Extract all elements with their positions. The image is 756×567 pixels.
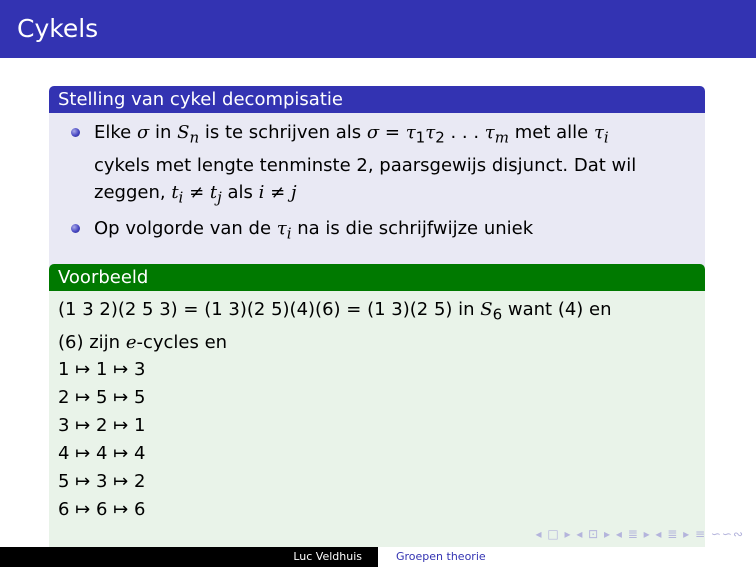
math-j: j <box>290 181 297 203</box>
bullet-icon <box>71 224 80 234</box>
text: (1 3 2)(2 5 3) = (1 3)(2 5)(4)(6) = (1 3… <box>58 299 481 320</box>
footer-author: Luc Veldhuis <box>0 547 378 567</box>
item2-line1: Op volgorde van de τi na is die schrijfw… <box>94 215 693 248</box>
navigation-symbols[interactable]: ◂ □ ▸ ◂ ⊡ ▸ ◂ ≣ ▸ ◂ ≣ ▸ ≡ ∽∽∾ <box>536 527 745 541</box>
text: is te schrijven als <box>199 122 367 143</box>
math-sigma: σ <box>136 122 150 143</box>
math-tau: τ <box>276 218 287 240</box>
text: Elke <box>94 122 137 143</box>
theorem-body: Elke σ in Sn is te schrijven als σ = τ1τ… <box>49 113 705 270</box>
example-line-2: (6) zijn e-cycles en <box>58 329 696 356</box>
item1-line2: cykels met lengte tenminste 2, paarsgewi… <box>94 154 637 176</box>
example-block: Voorbeeld (1 3 2)(2 5 3) = (1 3)(2 5)(4)… <box>49 264 705 555</box>
theorem-title: Stelling van cykel decompisatie <box>49 86 705 113</box>
text: zeggen, <box>94 181 172 203</box>
text: na is die schrijfwijze uniek <box>291 218 534 240</box>
math-neq: ≠ <box>264 181 291 203</box>
math-sub: 1 <box>415 128 426 147</box>
text: Op volgorde van de <box>94 218 277 240</box>
mapping-line: 6 ↦ 6 ↦ 6 <box>58 498 146 520</box>
mapping-line: 5 ↦ 3 ↦ 2 <box>58 470 146 492</box>
text: als <box>221 181 259 203</box>
mapping-line: 2 ↦ 5 ↦ 5 <box>58 386 146 408</box>
item1-line1: Elke σ in Sn is te schrijven als σ = τ1τ… <box>94 119 693 152</box>
text: want (4) en <box>502 299 612 320</box>
math-dots: . . . <box>444 122 485 143</box>
item1-line3: zeggen, ti ≠ tj als i ≠ j <box>94 179 693 212</box>
math-e: e <box>125 331 137 353</box>
text: met alle <box>509 122 594 143</box>
mapping-line: 3 ↦ 2 ↦ 1 <box>58 414 146 436</box>
math-sub-m: m <box>494 128 509 147</box>
math-sub-i: i <box>603 128 609 147</box>
math-sub-6: 6 <box>492 305 503 324</box>
math-s: S <box>480 299 493 320</box>
math-tau: τ <box>484 122 495 143</box>
math-eq: = <box>379 122 406 143</box>
text: in <box>149 122 178 143</box>
math-sub: 2 <box>435 128 445 147</box>
math-tau: τ <box>405 122 416 143</box>
math-neq: ≠ <box>183 181 210 203</box>
example-body: (1 3 2)(2 5 3) = (1 3)(2 5)(4)(6) = (1 3… <box>49 291 705 555</box>
math-s: S <box>177 122 190 143</box>
math-tau: τ <box>425 122 436 143</box>
theorem-block: Stelling van cykel decompisatie Elke σ i… <box>49 86 705 270</box>
footline: Luc Veldhuis Groepen theorie <box>0 547 756 567</box>
text: (6) zijn <box>58 331 126 353</box>
theorem-item-1: Elke σ in Sn is te schrijven als σ = τ1τ… <box>61 119 693 211</box>
math-t: t <box>171 181 179 203</box>
math-tau: τ <box>593 122 604 143</box>
mapping-line: 4 ↦ 4 ↦ 4 <box>58 442 146 464</box>
example-title: Voorbeeld <box>49 264 705 291</box>
footer-title: Groepen theorie <box>378 547 756 567</box>
theorem-item-2: Op volgorde van de τi na is die schrijfw… <box>61 215 693 248</box>
mapping-line: 1 ↦ 1 ↦ 3 <box>58 358 146 380</box>
frame-title: Cykels <box>0 0 756 58</box>
math-sigma: σ <box>366 122 380 143</box>
text: -cycles en <box>136 331 228 353</box>
math-sub-n: n <box>189 128 200 147</box>
bullet-icon <box>71 128 80 137</box>
example-line-1: (1 3 2)(2 5 3) = (1 3)(2 5)(4)(6) = (1 3… <box>58 296 696 329</box>
